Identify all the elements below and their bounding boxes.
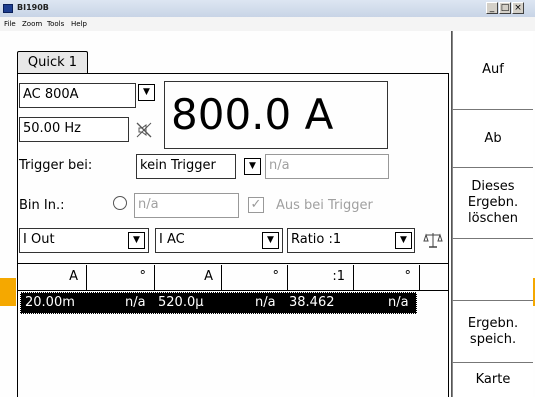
bin-in-value-field[interactable]: n/a — [134, 193, 239, 218]
ratio-dropdown-icon[interactable]: ▼ — [395, 232, 412, 249]
save-result-button[interactable]: Ergebn. speich. — [452, 301, 533, 363]
empty-sidebar-button[interactable] — [452, 239, 533, 301]
table-header-cell[interactable]: ° — [354, 265, 420, 290]
ac-dropdown-icon[interactable]: ▼ — [262, 232, 279, 249]
table-header-cell[interactable]: ° — [87, 265, 155, 290]
trigger-select[interactable]: kein Trigger — [136, 154, 236, 179]
accent-left — [0, 278, 16, 306]
table-header-cell[interactable]: A — [155, 265, 222, 290]
aus-bei-trigger-checkbox[interactable]: ✓ — [248, 197, 264, 213]
output-dropdown-icon[interactable]: ▼ — [128, 232, 145, 249]
table-cell: 38.462 — [289, 295, 335, 310]
table-row[interactable]: 20.00m n/a 520.0µ n/a 38.462 n/a — [20, 292, 417, 314]
trigger-dropdown-icon[interactable]: ▼ — [244, 158, 261, 175]
trigger-label: Trigger bei: — [19, 158, 93, 173]
menu-bar: File Zoom Tools Help — [0, 17, 535, 31]
range-dropdown-icon[interactable]: ▼ — [138, 84, 155, 101]
measured-value-display: 800.0 A — [164, 81, 388, 149]
minimize-button[interactable]: _ — [486, 2, 498, 14]
table-header-cell[interactable]: ° — [222, 265, 288, 290]
menu-tools[interactable]: Tools — [47, 18, 64, 30]
app-icon — [3, 4, 13, 13]
title-bar: BI190B _ □ × — [0, 0, 535, 17]
frequency-field[interactable]: 50.00 Hz — [19, 117, 129, 142]
maximize-button[interactable]: □ — [499, 2, 511, 14]
bin-in-label: Bin In.: — [19, 198, 65, 213]
scale-icon[interactable] — [423, 231, 443, 249]
ab-button[interactable]: Ab — [452, 110, 533, 168]
table-cell: n/a — [388, 295, 409, 310]
table-cell: n/a — [255, 295, 276, 310]
table-header-cell[interactable]: :1 — [288, 265, 354, 290]
trigger-value-field[interactable]: n/a — [265, 154, 389, 179]
table-cell: 20.00m — [25, 295, 75, 310]
table-header-cell[interactable]: A — [17, 265, 87, 290]
table-top-rule — [17, 263, 449, 264]
menu-file[interactable]: File — [4, 18, 16, 30]
speaker-mute-icon[interactable] — [136, 122, 152, 138]
table-cell: n/a — [125, 295, 146, 310]
delete-result-button[interactable]: Dieses Ergebn. löschen — [452, 168, 533, 239]
menu-zoom[interactable]: Zoom — [22, 18, 42, 30]
tab-quick-1[interactable]: Quick 1 — [17, 51, 88, 74]
bin-in-radio[interactable] — [113, 196, 127, 210]
karte-button[interactable]: Karte — [452, 363, 533, 397]
menu-help[interactable]: Help — [71, 18, 87, 30]
aus-bei-trigger-label: Aus bei Trigger — [276, 198, 373, 213]
table-header-rule — [17, 290, 449, 291]
window-title: BI190B — [17, 3, 49, 12]
close-button[interactable]: × — [512, 2, 524, 14]
range-select[interactable]: AC 800A — [19, 83, 136, 108]
auf-button[interactable]: Auf — [452, 31, 533, 110]
table-cell: 520.0µ — [158, 295, 204, 310]
